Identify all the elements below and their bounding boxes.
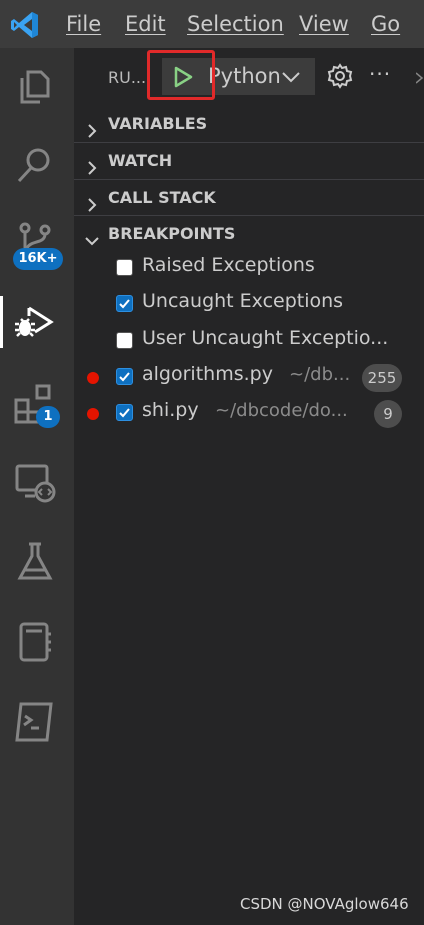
- exception-label: Uncaught Exceptions: [142, 290, 344, 312]
- exception-label: Raised Exceptions: [142, 254, 315, 276]
- breakpoint-dot-icon: [87, 372, 99, 384]
- remote-explorer-icon[interactable]: [11, 458, 59, 506]
- file-breakpoint-row[interactable]: shi.py ~/dbcode/do... 9: [74, 397, 424, 433]
- section-call-stack[interactable]: CALL STACK: [74, 179, 424, 216]
- notebook-icon[interactable]: [11, 618, 59, 666]
- gear-icon[interactable]: [326, 62, 354, 90]
- exception-breakpoint-row[interactable]: Raised Exceptions: [74, 252, 424, 288]
- menu-view[interactable]: View: [299, 10, 349, 38]
- highlight-box: [147, 50, 215, 100]
- section-variables[interactable]: VARIABLES: [74, 106, 424, 142]
- chevron-right-icon: [84, 153, 100, 175]
- exception-breakpoint-row[interactable]: User Uncaught Exceptio...: [74, 325, 424, 361]
- testing-flask-icon[interactable]: [11, 538, 59, 586]
- run-debug-icon[interactable]: [11, 298, 59, 346]
- run-view-title: RU...: [108, 68, 147, 87]
- menu-go[interactable]: Go: [371, 10, 400, 38]
- exception-breakpoint-row[interactable]: Uncaught Exceptions: [74, 288, 424, 324]
- section-title: BREAKPOINTS: [108, 224, 236, 243]
- section-watch[interactable]: WATCH: [74, 142, 424, 179]
- extensions-badge: 1: [36, 406, 60, 428]
- source-control-badge: 16K+: [13, 248, 63, 270]
- more-actions-icon[interactable]: ···: [369, 62, 391, 86]
- menu-file[interactable]: File: [66, 10, 101, 38]
- section-breakpoints[interactable]: BREAKPOINTS: [74, 215, 424, 252]
- search-icon[interactable]: [11, 141, 59, 189]
- section-title: WATCH: [108, 151, 173, 170]
- breakpoint-file-path: ~/dbcode/do...: [215, 400, 348, 421]
- user-uncaught-exceptions-checkbox[interactable]: [116, 332, 133, 349]
- breakpoint-checkbox[interactable]: [116, 404, 133, 421]
- breakpoint-file-path: ~/db...: [289, 364, 351, 385]
- chevron-right-icon: [84, 190, 100, 212]
- chevron-right-icon: [84, 116, 100, 138]
- breakpoint-file-name: algorithms.py: [142, 363, 273, 385]
- uncaught-exceptions-checkbox[interactable]: [116, 295, 133, 312]
- exception-label: User Uncaught Exceptio...: [142, 327, 389, 349]
- panel-edge-icon: [415, 70, 424, 84]
- chevron-down-icon[interactable]: [281, 68, 301, 86]
- menu-selection[interactable]: Selection: [187, 10, 284, 38]
- section-title: CALL STACK: [108, 188, 216, 207]
- active-indicator: [0, 296, 3, 348]
- file-breakpoint-row[interactable]: algorithms.py ~/db... 255: [74, 361, 424, 397]
- breakpoint-checkbox[interactable]: [116, 368, 133, 385]
- activity-bar: 16K+ 1: [0, 48, 74, 925]
- breakpoint-file-name: shi.py: [142, 399, 199, 421]
- debug-configuration-label[interactable]: Python: [208, 64, 281, 88]
- explorer-icon[interactable]: [11, 63, 59, 111]
- watermark: CSDN @NOVAglow646: [240, 895, 409, 913]
- breakpoint-line-badge: 255: [362, 364, 402, 392]
- raised-exceptions-checkbox[interactable]: [116, 259, 133, 276]
- vscode-logo-icon: [10, 10, 40, 40]
- run-debug-sidebar: RU... Python ··· VARIABLES WATCH CALL ST…: [74, 48, 424, 925]
- breakpoint-line-badge: 9: [374, 400, 402, 428]
- title-bar: File Edit Selection View Go: [0, 0, 424, 48]
- chevron-down-icon: [84, 226, 100, 246]
- breakpoint-dot-icon: [87, 408, 99, 420]
- menu-edit[interactable]: Edit: [125, 10, 166, 38]
- section-title: VARIABLES: [108, 114, 208, 133]
- run-toolbar: RU... Python ···: [74, 48, 424, 106]
- terminal-icon[interactable]: [11, 698, 59, 746]
